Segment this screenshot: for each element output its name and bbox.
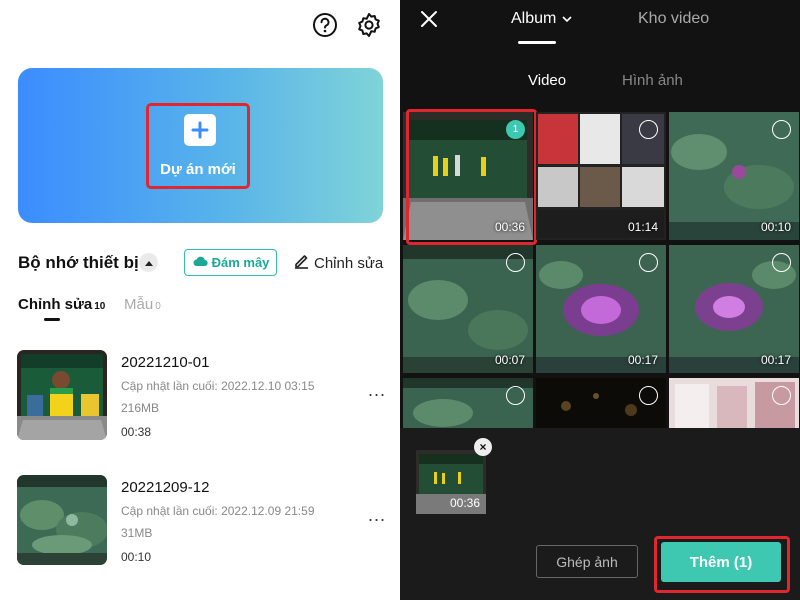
tab-edits-count: 10 (94, 301, 106, 312)
media-thumbnail[interactable]: 00:07 (403, 245, 533, 373)
project-updated: Cập nhật lần cuối: 2022.12.09 21:59 (121, 504, 315, 518)
project-item[interactable]: 20221210-01 Cập nhật lần cuối: 2022.12.1… (0, 350, 400, 450)
media-thumbnail[interactable] (669, 378, 799, 428)
chevron-down-icon (562, 10, 572, 28)
selection-circle[interactable] (772, 120, 791, 139)
video-duration: 00:10 (760, 220, 791, 234)
tab-album[interactable]: Album (511, 10, 572, 28)
project-thumbnail (17, 350, 107, 440)
caret-up-icon[interactable] (139, 253, 158, 272)
video-duration: 00:07 (494, 353, 525, 367)
tab-album-label: Album (511, 10, 557, 27)
media-thumbnail[interactable] (403, 378, 533, 428)
plus-icon[interactable] (184, 114, 216, 146)
project-size: 216MB (121, 401, 160, 415)
media-thumbnail[interactable] (536, 378, 666, 428)
active-tab-indicator (518, 41, 556, 44)
new-project-label[interactable]: Dự án mới (146, 161, 250, 178)
project-updated: Cập nhật lần cuối: 2022.12.10 03:15 (121, 379, 315, 393)
video-duration: 00:36 (449, 496, 480, 510)
project-name: 20221210-01 (121, 354, 210, 371)
selection-circle[interactable] (639, 386, 658, 405)
cloud-button[interactable]: Đám mây (184, 249, 277, 276)
device-storage-title: Bộ nhớ thiết bị (18, 253, 139, 272)
tab-edits-label: Chỉnh sửa (18, 296, 93, 313)
tab-templates[interactable]: Mẫu 0 (124, 296, 161, 313)
close-icon[interactable] (420, 10, 438, 28)
settings-gear-icon[interactable] (356, 12, 382, 38)
cloud-icon (192, 255, 208, 270)
collage-button[interactable]: Ghép ảnh (536, 545, 638, 578)
edit-button-label: Chỉnh sửa (314, 254, 384, 272)
project-size: 31MB (121, 526, 153, 540)
project-item[interactable]: 20221209-12 Cập nhật lần cuối: 2022.12.0… (0, 475, 400, 575)
selection-circle[interactable] (506, 386, 525, 405)
pencil-icon (294, 253, 309, 273)
video-duration: 01:14 (627, 220, 658, 234)
selection-circle[interactable] (772, 386, 791, 405)
selected-media-thumbnail[interactable]: 00:36 (416, 450, 486, 514)
media-thumbnail[interactable]: 00:10 (669, 112, 799, 240)
remove-icon[interactable]: × (474, 438, 492, 456)
tab-templates-count: 0 (155, 301, 161, 312)
media-picker-panel: Album Kho video Video Hình ảnh 1 00:36 0… (400, 0, 800, 600)
project-duration: 00:38 (121, 425, 152, 439)
selection-circle[interactable] (639, 253, 658, 272)
selected-media-tray: 00:36 × Ghép ảnh Thêm (1) (400, 428, 800, 600)
selection-circle[interactable] (639, 120, 658, 139)
project-name: 20221209-12 (121, 479, 210, 496)
tab-video-library[interactable]: Kho video (638, 10, 709, 28)
highlight-box (406, 109, 537, 245)
video-duration: 00:17 (760, 353, 791, 367)
selection-circle[interactable] (772, 253, 791, 272)
add-button[interactable]: Thêm (1) (661, 542, 781, 582)
tab-templates-label: Mẫu (124, 296, 154, 313)
project-home-panel: Dự án mới Bộ nhớ thiết bị Đám mây Chỉnh … (0, 0, 400, 600)
project-thumbnail (17, 475, 107, 565)
help-icon[interactable] (312, 12, 338, 38)
active-tab-indicator (44, 318, 60, 321)
cloud-button-label: Đám mây (211, 255, 270, 270)
media-thumbnail[interactable]: 00:17 (669, 245, 799, 373)
more-options-icon[interactable]: ... (368, 380, 386, 401)
tab-images[interactable]: Hình ảnh (622, 72, 683, 89)
project-duration: 00:10 (121, 550, 152, 564)
video-duration: 00:17 (627, 353, 658, 367)
selection-circle[interactable] (506, 253, 525, 272)
more-options-icon[interactable]: ... (368, 505, 386, 526)
media-thumbnail[interactable]: 00:17 (536, 245, 666, 373)
tab-edits[interactable]: Chỉnh sửa 10 (18, 296, 105, 313)
edit-button[interactable]: Chỉnh sửa (294, 253, 383, 273)
media-thumbnail[interactable]: 01:14 (536, 112, 666, 240)
tab-video[interactable]: Video (528, 72, 566, 89)
